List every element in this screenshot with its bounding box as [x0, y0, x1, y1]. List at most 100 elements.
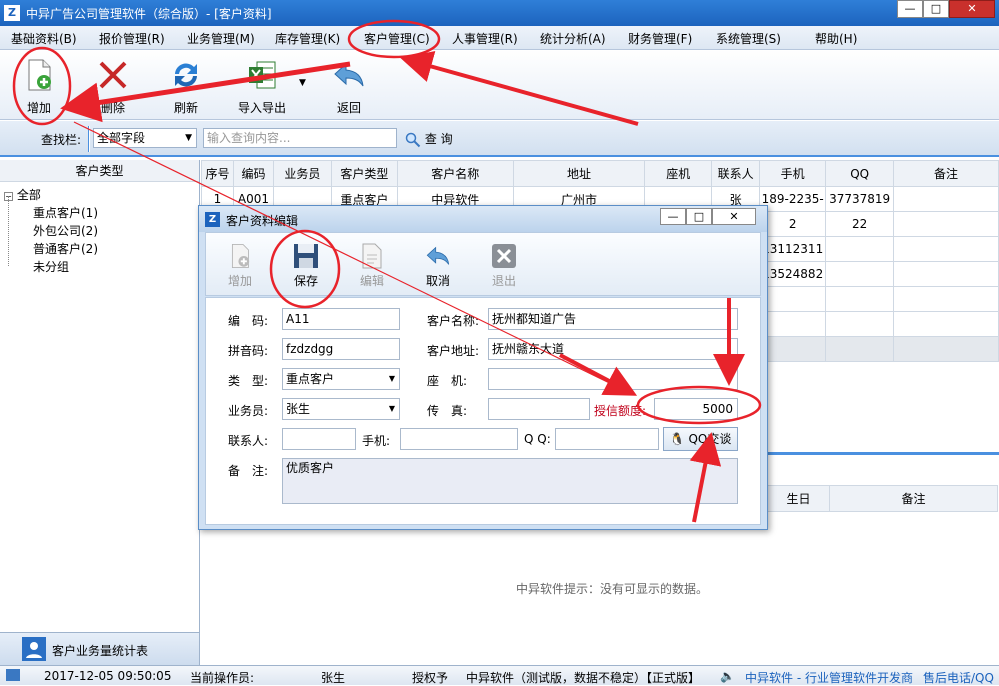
search-field-value: 全部字段: [97, 131, 146, 145]
menu-customer[interactable]: 客户管理(C): [364, 30, 430, 47]
phone-field[interactable]: [400, 428, 518, 450]
close-button[interactable]: ✕: [949, 0, 995, 18]
landline-field[interactable]: [488, 368, 738, 390]
tree-item[interactable]: 未分组: [33, 258, 69, 275]
main-toolbar: 增加 删除 刷新 导入导出 ▼ 返回: [0, 50, 999, 120]
table-cell: 2: [759, 211, 827, 237]
dropdown-arrow-icon[interactable]: ▼: [299, 78, 306, 88]
qq-field[interactable]: [555, 428, 659, 450]
name-label: 客户名称:: [427, 314, 480, 328]
credit-field[interactable]: 5000: [654, 398, 738, 420]
menu-basic-data[interactable]: 基础资料(B): [11, 30, 77, 47]
status-operator: 张生: [321, 671, 346, 685]
dialog-close-button[interactable]: ✕: [712, 208, 756, 225]
column-header[interactable]: 备注: [829, 485, 998, 512]
tree-item[interactable]: 外包公司(2): [33, 222, 98, 239]
maximize-button[interactable]: □: [923, 0, 949, 18]
name-field[interactable]: 抚州都知道广告: [488, 308, 738, 330]
menu-finance[interactable]: 财务管理(F): [628, 30, 692, 47]
table-cell: 13112311: [759, 236, 827, 262]
dialog-minimize-button[interactable]: —: [660, 208, 686, 225]
table-cell: [825, 236, 895, 262]
status-operator-label: 当前操作员:: [190, 671, 255, 685]
dialog-toolbar: 增加 保存 编辑 取消 退出: [205, 232, 761, 296]
dialog-edit-button[interactable]: 编辑: [352, 243, 392, 289]
chevron-down-icon: ▼: [388, 374, 395, 383]
dialog-save-label: 保存: [293, 274, 318, 288]
column-header[interactable]: QQ: [825, 160, 895, 187]
menu-quotation[interactable]: 报价管理(R): [99, 30, 165, 47]
app-logo-icon: Z: [4, 5, 20, 21]
dialog-maximize-button[interactable]: □: [686, 208, 712, 225]
pinyin-field[interactable]: fzdzdgg: [282, 338, 400, 360]
search-input[interactable]: 输入查询内容...: [203, 128, 397, 148]
delete-label: 删除: [100, 101, 125, 115]
dialog-edit-label: 编辑: [359, 274, 384, 288]
add-button[interactable]: 增加: [14, 58, 64, 116]
note-textarea[interactable]: 优质客户: [282, 458, 738, 504]
menu-statistics[interactable]: 统计分析(A): [540, 30, 606, 47]
undo-arrow-icon: [426, 246, 450, 265]
status-hotline[interactable]: 售后电话/QQ: [923, 669, 994, 686]
qq-label: Q Q:: [524, 432, 551, 446]
table-cell: [893, 186, 999, 212]
delete-button[interactable]: 删除: [88, 58, 138, 116]
menu-system[interactable]: 系统管理(S): [716, 30, 781, 47]
column-header[interactable]: 编码: [232, 160, 274, 187]
column-header[interactable]: 联系人: [711, 160, 761, 187]
phone-label: 手机:: [362, 434, 391, 448]
column-header[interactable]: 生日: [767, 485, 830, 512]
column-header[interactable]: 备注: [893, 160, 999, 187]
code-field[interactable]: A11: [282, 308, 400, 330]
menu-help[interactable]: 帮助(H): [815, 30, 857, 47]
type-value: 重点客户: [286, 372, 335, 386]
import-export-button[interactable]: 导入导出: [232, 58, 292, 116]
search-divider: [88, 126, 90, 152]
dialog-save-button[interactable]: 保存: [286, 243, 326, 289]
tree-item[interactable]: 普通客户(2): [33, 240, 98, 257]
back-button[interactable]: 返回: [324, 58, 374, 116]
column-header[interactable]: 客户名称: [396, 160, 514, 187]
landline-label: 座 机:: [427, 374, 468, 388]
table-cell: [893, 261, 999, 287]
address-label: 客户地址:: [427, 344, 480, 358]
column-header[interactable]: 客户类型: [330, 160, 398, 187]
status-company[interactable]: 中异软件 - 行业管理软件开发商: [745, 669, 913, 686]
search-label: 查找栏:: [41, 133, 82, 147]
table-cell: 22: [825, 211, 895, 237]
fax-field[interactable]: [488, 398, 590, 420]
column-header[interactable]: 业务员: [272, 160, 332, 187]
column-header[interactable]: 序号: [201, 160, 234, 187]
stats-report-button[interactable]: 客户业务量统计表: [0, 632, 199, 665]
refresh-button[interactable]: 刷新: [161, 58, 211, 116]
dialog-add-button[interactable]: 增加: [220, 243, 260, 289]
speaker-icon: 🔈: [720, 669, 735, 683]
column-header[interactable]: 座机: [644, 160, 713, 187]
menu-hr[interactable]: 人事管理(R): [452, 30, 518, 47]
table-cell: [893, 236, 999, 262]
refresh-label: 刷新: [173, 101, 198, 115]
qq-chat-button[interactable]: 🐧 QQ交谈: [663, 427, 738, 451]
qq-penguin-icon: 🐧: [669, 432, 685, 446]
minimize-button[interactable]: —: [897, 0, 923, 18]
dialog-cancel-button[interactable]: 取消: [418, 243, 458, 289]
search-button[interactable]: 查 询: [405, 130, 453, 148]
contact-label: 联系人:: [228, 434, 269, 448]
column-header[interactable]: 地址: [512, 160, 646, 187]
note-label: 备 注:: [228, 464, 269, 478]
chevron-down-icon: ▼: [388, 404, 395, 413]
user-report-icon: [22, 637, 46, 661]
dialog-exit-button[interactable]: 退出: [484, 243, 524, 289]
tree-root[interactable]: − 全部: [4, 186, 41, 203]
empty-message: 中异软件提示：没有可显示的数据。: [516, 582, 709, 596]
menu-business[interactable]: 业务管理(M): [187, 30, 255, 47]
contact-field[interactable]: [282, 428, 356, 450]
salesman-select[interactable]: 张生 ▼: [282, 398, 400, 420]
search-field-select[interactable]: 全部字段 ▼: [93, 128, 197, 148]
tree-item[interactable]: 重点客户(1): [33, 204, 98, 221]
table-cell: [825, 261, 895, 287]
type-select[interactable]: 重点客户 ▼: [282, 368, 400, 390]
address-field[interactable]: 抚州赣东大道: [488, 338, 738, 360]
column-header[interactable]: 手机: [759, 160, 827, 187]
menu-inventory[interactable]: 库存管理(K): [275, 30, 340, 47]
